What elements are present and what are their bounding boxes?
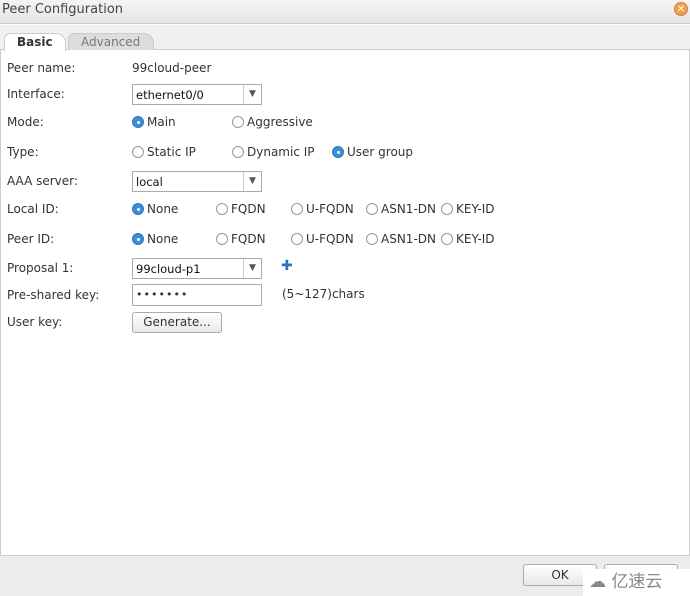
local-id-asn1dn-radio[interactable]: ASN1-DN: [366, 202, 436, 216]
aaa-server-select[interactable]: local ▼: [132, 171, 262, 192]
form-body: Peer name: 99cloud-peer Interface: ether…: [0, 50, 690, 555]
add-proposal-icon[interactable]: ✚: [281, 258, 293, 274]
aaa-server-label: AAA server:: [7, 174, 78, 188]
peer-id-fqdn-radio[interactable]: FQDN: [216, 232, 266, 246]
psk-row: Pre-shared key: ••••••• (5~127)chars: [1, 284, 690, 307]
local-id-row: Local ID: None FQDN U-FQDN ASN1-DN KEY-I…: [1, 199, 690, 221]
mode-main-radio[interactable]: Main: [132, 115, 176, 129]
peer-id-label: Peer ID:: [7, 232, 55, 246]
aaa-server-row: AAA server: local ▼: [1, 171, 690, 193]
type-static-ip-radio[interactable]: Static IP: [132, 145, 196, 159]
interface-label: Interface:: [7, 87, 65, 101]
interface-select[interactable]: ethernet0/0 ▼: [132, 84, 262, 105]
local-id-ufqdn-radio[interactable]: U-FQDN: [291, 202, 354, 216]
tab-strip: Basic Advanced: [0, 25, 690, 51]
peer-name-value: 99cloud-peer: [132, 61, 212, 75]
aaa-server-value: local: [136, 175, 163, 189]
peer-name-row: Peer name: 99cloud-peer: [1, 58, 690, 80]
peer-id-none-radio[interactable]: None: [132, 232, 178, 246]
peer-id-asn1dn-radio[interactable]: ASN1-DN: [366, 232, 436, 246]
proposal-select[interactable]: 99cloud-p1 ▼: [132, 258, 262, 279]
close-icon[interactable]: ✕: [674, 2, 688, 16]
interface-value: ethernet0/0: [136, 88, 204, 102]
local-id-fqdn-radio[interactable]: FQDN: [216, 202, 266, 216]
local-id-label: Local ID:: [7, 202, 59, 216]
proposal-row: Proposal 1: 99cloud-p1 ▼ ✚: [1, 258, 690, 280]
peer-name-label: Peer name:: [7, 61, 76, 75]
peer-id-ufqdn-radio[interactable]: U-FQDN: [291, 232, 354, 246]
chevron-down-icon[interactable]: ▼: [243, 172, 261, 191]
tab-basic[interactable]: Basic: [4, 33, 66, 51]
psk-label: Pre-shared key:: [7, 288, 100, 302]
chevron-down-icon[interactable]: ▼: [243, 259, 261, 278]
title-bar: Peer Configuration ✕: [0, 0, 690, 24]
mode-row: Mode: Main Aggressive: [1, 112, 690, 134]
interface-row: Interface: ethernet0/0 ▼: [1, 84, 690, 106]
psk-hint: (5~127)chars: [282, 287, 365, 301]
watermark: ☁ 亿速云: [583, 569, 690, 596]
type-label: Type:: [7, 145, 39, 159]
chevron-down-icon[interactable]: ▼: [243, 85, 261, 104]
peer-id-keyid-radio[interactable]: KEY-ID: [441, 232, 494, 246]
psk-input[interactable]: •••••••: [132, 284, 262, 306]
dialog-title: Peer Configuration: [2, 2, 124, 17]
proposal-label: Proposal 1:: [7, 261, 74, 275]
local-id-none-radio[interactable]: None: [132, 202, 178, 216]
type-dynamic-ip-radio[interactable]: Dynamic IP: [232, 145, 315, 159]
mode-aggressive-radio[interactable]: Aggressive: [232, 115, 313, 129]
user-key-label: User key:: [7, 315, 63, 329]
mode-label: Mode:: [7, 115, 44, 129]
type-row: Type: Static IP Dynamic IP User group: [1, 142, 690, 164]
local-id-keyid-radio[interactable]: KEY-ID: [441, 202, 494, 216]
tab-advanced[interactable]: Advanced: [68, 33, 154, 51]
type-user-group-radio[interactable]: User group: [332, 145, 413, 159]
generate-button[interactable]: Generate...: [132, 312, 222, 333]
user-key-row: User key: Generate...: [1, 312, 690, 334]
proposal-value: 99cloud-p1: [136, 262, 201, 276]
peer-id-row: Peer ID: None FQDN U-FQDN ASN1-DN KEY-ID: [1, 229, 690, 251]
